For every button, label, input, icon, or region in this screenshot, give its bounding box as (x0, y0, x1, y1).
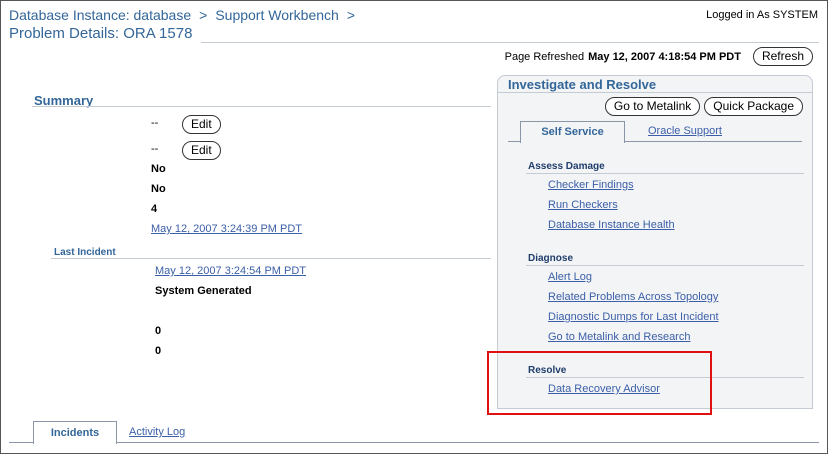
title-divider (201, 42, 819, 43)
go-to-metalink-and-research-link[interactable]: Go to Metalink and Research (548, 331, 690, 343)
edit-sr-button[interactable]: Edit (182, 115, 221, 134)
breadcrumb-support-workbench[interactable]: Support Workbench (215, 7, 338, 23)
panel-tab-bar: Self Service Oracle Support (508, 120, 802, 143)
packaged-value: No (151, 183, 166, 195)
diagnostic-dumps-link[interactable]: Diagnostic Dumps for Last Incident (548, 311, 719, 323)
breadcrumb-separator: > (199, 7, 208, 23)
refresh-bar: Page Refreshed May 12, 2007 4:18:54 PM P… (505, 47, 813, 66)
breadcrumb: Database Instance: database > Support Work… (9, 7, 363, 23)
incident-source-value: System Generated (155, 285, 252, 297)
logged-in-user: Logged in As SYSTEM (706, 9, 818, 21)
panel-button-group: Go to Metalink Quick Package (604, 97, 803, 116)
breadcrumb-separator: > (346, 7, 355, 23)
panel-title-divider (498, 92, 812, 93)
problem-details-page: Database Instance: database > Support Work… (0, 0, 828, 454)
first-incident-link[interactable]: May 12, 2007 3:24:39 PM PDT (151, 223, 302, 235)
checker-findings-link[interactable]: Checker Findings (548, 179, 634, 191)
page-refreshed-label: Page Refreshed (504, 50, 585, 63)
run-checkers-link[interactable]: Run Checkers (548, 199, 618, 211)
sr-value: -- (151, 117, 159, 129)
refresh-button[interactable]: Refresh (752, 47, 813, 66)
assess-damage-divider (526, 173, 804, 174)
last-incident-timestamp-link[interactable]: May 12, 2007 3:24:54 PM PDT (155, 265, 306, 277)
go-to-metalink-button[interactable]: Go to Metalink (604, 97, 701, 116)
alert-log-link[interactable]: Alert Log (548, 271, 592, 283)
tab-self-service[interactable]: Self Service (520, 121, 625, 143)
tab-incidents[interactable]: Incidents (33, 421, 117, 444)
quick-package-button[interactable]: Quick Package (704, 97, 803, 116)
page-title: Problem Details: ORA 1578 (9, 25, 193, 42)
diagnose-heading: Diagnose (528, 253, 574, 264)
summary-divider (32, 106, 491, 107)
checkers-run-value: 0 (155, 325, 162, 337)
resolve-highlight-box (487, 351, 712, 415)
breadcrumb-database-instance[interactable]: Database Instance: database (9, 7, 191, 23)
diagnose-divider (526, 265, 804, 266)
tab-activity-log[interactable]: Activity Log (117, 421, 197, 443)
last-incident-heading: Last Incident (54, 247, 116, 258)
investigate-and-resolve-heading: Investigate and Resolve (508, 77, 657, 92)
last-incident-divider (51, 258, 491, 259)
checker-findings-value: 0 (155, 345, 162, 357)
edit-bug-button[interactable]: Edit (182, 141, 221, 160)
assess-damage-heading: Assess Damage (528, 161, 605, 172)
bottom-tab-bar: Incidents Activity Log (9, 421, 819, 444)
active-value: No (151, 163, 166, 175)
page-refreshed-timestamp: May 12, 2007 4:18:54 PM PDT (588, 50, 741, 63)
related-problems-link[interactable]: Related Problems Across Topology (548, 291, 718, 303)
bug-value: -- (151, 143, 159, 155)
tab-oracle-support[interactable]: Oracle Support (638, 121, 732, 142)
number-of-incidents-value: 4 (151, 203, 158, 215)
database-instance-health-link[interactable]: Database Instance Health (548, 219, 675, 231)
